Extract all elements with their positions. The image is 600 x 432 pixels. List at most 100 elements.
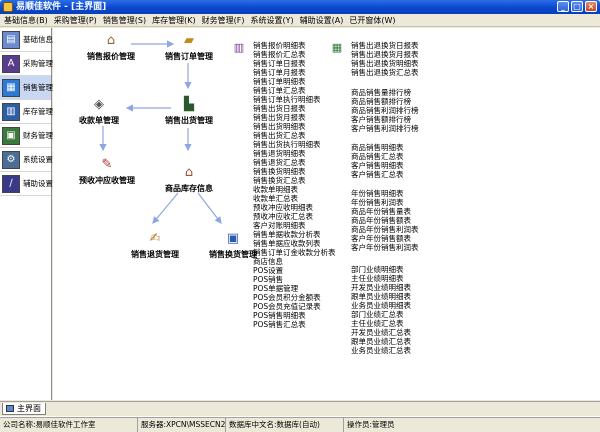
report-link[interactable]: 销售订单日报表 <box>253 59 336 68</box>
report-link[interactable]: 商品年份销售利润表 <box>351 225 419 234</box>
report-link[interactable]: 收款单明细表 <box>253 185 336 194</box>
report-link[interactable]: 开发员业绩明细表 <box>351 283 411 292</box>
report-link[interactable]: 商品销售额排行榜 <box>351 97 419 106</box>
report-link[interactable]: POS会员充值记录表 <box>253 302 336 311</box>
report-link[interactable]: 客户销售额排行榜 <box>351 115 419 124</box>
report-link[interactable]: 客户销售利润排行榜 <box>351 124 419 133</box>
report-link[interactable]: POS销售 <box>253 275 336 284</box>
report-link[interactable]: 销售换货汇总表 <box>253 176 336 185</box>
report-link[interactable]: 部门业绩汇总表 <box>351 310 411 319</box>
report-link[interactable]: 开发员业绩汇总表 <box>351 328 411 337</box>
sidebar-item-auxiliary[interactable]: ∕ 辅助设置 <box>0 172 53 196</box>
sidebar-item-sales[interactable]: ▦ 销售管理 <box>0 76 53 100</box>
node-sales-quote[interactable]: ⌂ 销售报价管理 <box>75 32 147 62</box>
status-bar: 公司名称:易顺佳软件工作室 服务器:XPCN\MSSECN2000 数据库中文名… <box>0 416 600 432</box>
report-link[interactable]: 销售订单执行明细表 <box>253 95 336 104</box>
report-link[interactable]: 年份销售明细表 <box>351 189 419 198</box>
menu-auxiliary[interactable]: 辅助设置(A) <box>298 14 348 26</box>
report-link[interactable]: 销售退货汇总表 <box>253 158 336 167</box>
report-link[interactable]: 主任业绩汇总表 <box>351 319 411 328</box>
report-link[interactable]: POS单据管理 <box>253 284 336 293</box>
report-link[interactable]: 收款单汇总表 <box>253 194 336 203</box>
report-link[interactable]: 销售出退换货月报表 <box>351 50 419 59</box>
window-controls: _ □ × <box>557 1 597 12</box>
report-link[interactable]: 销售出货执行明细表 <box>253 140 336 149</box>
report-link[interactable]: 销售订单月报表 <box>253 68 336 77</box>
report-link[interactable]: 销售单据应收款列表 <box>253 239 336 248</box>
report-link[interactable]: 业务员业绩明细表 <box>351 301 411 310</box>
report-link[interactable]: 销售报价汇总表 <box>253 50 336 59</box>
minimize-button[interactable]: _ <box>557 1 569 12</box>
window-tab-bar: 主界面 <box>0 401 600 415</box>
report-list-2b: 商品销售量排行榜 商品销售额排行榜 商品销售利润排行榜 客户销售额排行榜 客户销… <box>351 88 419 133</box>
report-link[interactable]: 主任业绩明细表 <box>351 274 411 283</box>
report-link[interactable]: POS销售明细表 <box>253 311 336 320</box>
report-link[interactable]: 商品销售汇总表 <box>351 152 404 161</box>
maximize-button[interactable]: □ <box>571 1 583 12</box>
report-link[interactable]: 销售出退换货汇总表 <box>351 68 419 77</box>
report-link[interactable]: 销售出退换货明细表 <box>351 59 419 68</box>
report-link[interactable]: 销售出货日报表 <box>253 104 336 113</box>
sidebar-item-stock[interactable]: ▥ 库存管理 <box>0 100 53 124</box>
app-icon <box>3 2 13 12</box>
report-link[interactable]: 销售出货月报表 <box>253 113 336 122</box>
node-sales-order[interactable]: ▰ 销售订单管理 <box>153 32 225 62</box>
report-link[interactable]: 销售退货明细表 <box>253 149 336 158</box>
tab-main[interactable]: 主界面 <box>2 403 46 415</box>
report-link[interactable]: 销售换货明细表 <box>253 167 336 176</box>
report-link[interactable]: 跟单员业绩汇总表 <box>351 337 411 346</box>
sidebar-item-basic-info[interactable]: ▤ 基础信息 <box>0 28 53 52</box>
report-link[interactable]: 预收冲应收汇总表 <box>253 212 336 221</box>
node-inventory-info[interactable]: ⌂ 商品库存信息 <box>153 164 225 194</box>
report-link[interactable]: 商品年份销售额表 <box>351 216 419 225</box>
prepay-icon: ✎ <box>101 157 113 172</box>
node-sales-return[interactable]: ✍ 销售退货管理 <box>117 230 193 260</box>
report-link[interactable]: 销售单据收款分析表 <box>253 230 336 239</box>
report-link[interactable]: 客户销售明细表 <box>351 161 404 170</box>
report-link[interactable]: POS销售汇总表 <box>253 320 336 329</box>
report-link[interactable]: 业务员业绩汇总表 <box>351 346 411 355</box>
menu-purchase[interactable]: 采购管理(P) <box>52 14 101 26</box>
menu-system[interactable]: 系统设置(Y) <box>248 14 297 26</box>
close-button[interactable]: × <box>585 1 597 12</box>
report-link[interactable]: POS会员积分金额表 <box>253 293 336 302</box>
menu-open-windows[interactable]: 已开窗体(W) <box>347 14 399 26</box>
report-link[interactable]: 年份销售利润表 <box>351 198 419 207</box>
report-link[interactable]: 销售出货明细表 <box>253 122 336 131</box>
report-link[interactable]: 销售出货汇总表 <box>253 131 336 140</box>
report-link[interactable]: 商品销售量排行榜 <box>351 88 419 97</box>
report-link[interactable]: 预收冲应收明细表 <box>253 203 336 212</box>
sales-icon: ▦ <box>2 78 20 97</box>
report-link[interactable]: 商店信息 <box>253 257 336 266</box>
report-link[interactable]: 销售订单明细表 <box>253 77 336 86</box>
menu-stock[interactable]: 库存管理(K) <box>150 14 200 26</box>
report-link[interactable]: 客户年份销售利润表 <box>351 243 419 252</box>
report-link[interactable]: 销售订单汇总表 <box>253 86 336 95</box>
report-link[interactable]: 销售出退换货日报表 <box>351 41 419 50</box>
report-link[interactable]: POS设置 <box>253 266 336 275</box>
report-link[interactable]: 客户销售汇总表 <box>351 170 404 179</box>
sidebar: ▤ 基础信息 A 采购管理 ▦ 销售管理 ▥ 库存管理 ▣ 财务管理 ⚙ 系统设… <box>0 28 53 400</box>
node-prepay-offset[interactable]: ✎ 预收冲应收管理 <box>69 156 145 186</box>
report-link[interactable]: 跟单员业绩明细表 <box>351 292 411 301</box>
node-receipt[interactable]: ◈ 收款单管理 <box>69 96 129 126</box>
report-link[interactable]: 商品销售明细表 <box>351 143 404 152</box>
sidebar-item-finance[interactable]: ▣ 财务管理 <box>0 124 53 148</box>
sidebar-item-label: 系统设置 <box>23 155 53 164</box>
sidebar-item-system[interactable]: ⚙ 系统设置 <box>0 148 53 172</box>
menu-basic-info[interactable]: 基础信息(B) <box>2 14 52 26</box>
report-link[interactable]: 商品销售利润排行榜 <box>351 106 419 115</box>
report-link[interactable]: 客户对账明细表 <box>253 221 336 230</box>
report-link[interactable]: 部门业绩明细表 <box>351 265 411 274</box>
menu-sales[interactable]: 销售管理(S) <box>101 14 150 26</box>
report-link[interactable]: 商品年份销售量表 <box>351 207 419 216</box>
status-server: 服务器:XPCN\MSSECN2000 <box>138 417 226 432</box>
node-sales-outbound[interactable]: ▙ 销售出货管理 <box>153 96 225 126</box>
menu-finance[interactable]: 财务管理(F) <box>200 14 249 26</box>
report-link[interactable]: 销售订单订金收款分析表 <box>253 248 336 257</box>
report-link[interactable]: 销售报价明细表 <box>253 41 336 50</box>
sidebar-item-label: 库存管理 <box>23 107 53 116</box>
sidebar-item-purchase[interactable]: A 采购管理 <box>0 52 53 76</box>
finance-icon: ▣ <box>2 126 20 145</box>
report-link[interactable]: 客户年份销售额表 <box>351 234 419 243</box>
